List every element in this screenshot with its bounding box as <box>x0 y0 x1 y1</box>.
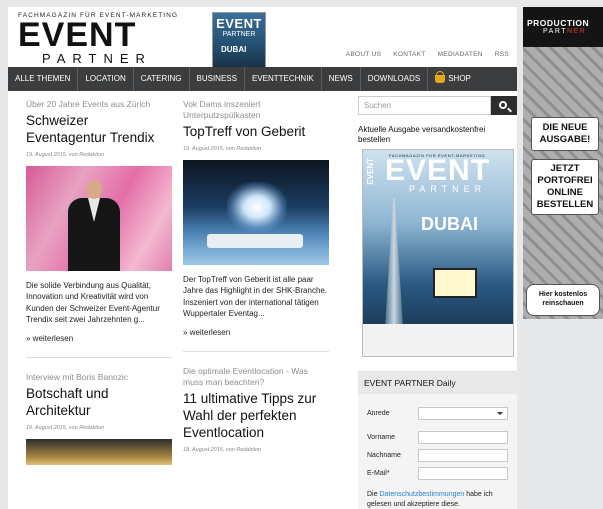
nav-catering[interactable]: CATERING <box>134 67 190 91</box>
tower-shape <box>385 198 403 328</box>
link-about-us[interactable]: ABOUT US <box>346 51 382 58</box>
site-logo[interactable]: FACHMAGAZIN FÜR EVENT-MARKETING EVENT PA… <box>18 12 198 70</box>
article-title[interactable]: 11 ultimative Tipps zur Wahl der perfekt… <box>183 390 329 441</box>
label-vorname: Vorname <box>367 434 396 441</box>
search-button[interactable] <box>491 96 517 115</box>
page: FACHMAGAZIN FÜR EVENT-MARKETING EVENT PA… <box>8 7 517 509</box>
newsletter-heading: EVENT PARTNER Daily <box>358 372 517 394</box>
article-meta: 18. August 2015, von Redaktion <box>183 447 262 454</box>
nav-location[interactable]: LOCATION <box>78 67 134 91</box>
article-kicker: Vok Dams inszeniert Unterputzspülkasten <box>183 99 261 120</box>
article-kicker: Interview mit Boris Banozic <box>26 372 129 383</box>
article-card: Über 20 Jahre Events aus Zürich Schweize… <box>26 99 172 359</box>
ad-new-issue-box: DIE NEUE AUSGABE! <box>531 117 599 151</box>
cover-footer-band <box>363 324 513 356</box>
email-field[interactable] <box>418 467 508 480</box>
cover-headline: DUBAI <box>421 214 478 234</box>
cover-spine: EVENT <box>366 158 375 185</box>
link-rss[interactable]: RSS <box>495 51 509 58</box>
header-cover-title: EVENT <box>216 16 262 31</box>
ad-order-box[interactable]: JETZT PORTOFREI ONLINE BESTELLEN <box>531 159 599 215</box>
ad-header: PRODUCTION PARTNER <box>523 7 603 47</box>
article-meta: 19. August 2015, von Redaktion <box>26 425 105 432</box>
nav-news[interactable]: NEWS <box>322 67 361 91</box>
search-icon <box>499 100 507 109</box>
article-column-left: Über 20 Jahre Events aus Zürich Schweize… <box>26 99 172 466</box>
ad-brand-line1: PRODUCTION <box>527 18 590 28</box>
article-title[interactable]: Schweizer Eventagentur Trendix <box>26 112 172 146</box>
label-anrede: Anrede <box>367 410 390 417</box>
article-meta: 19. August 2015, von Redaktion <box>183 146 262 152</box>
newsletter-box: EVENT PARTNER Daily Anrede Vorname Nachn… <box>358 371 517 509</box>
article-column-middle: Vok Dams inszeniert Unterputzspülkasten … <box>183 99 329 453</box>
main-nav: ALLE THEMEN LOCATION CATERING BUSINESS E… <box>8 67 517 91</box>
current-issue-cover[interactable]: FACHMAGAZIN FÜR EVENT-MARKETING EVENT PA… <box>362 149 514 357</box>
nav-downloads[interactable]: DOWNLOADS <box>361 67 429 91</box>
shopping-basket-icon <box>435 71 446 83</box>
read-more-link[interactable]: » weiterlesen <box>183 328 329 337</box>
search-input[interactable]: Suchen <box>358 96 491 115</box>
nachname-field[interactable] <box>418 449 508 462</box>
current-issue-caption: Aktuelle Ausgabe versandkostenfrei beste… <box>358 125 486 144</box>
cover-subtitle: PARTNER <box>409 184 487 194</box>
privacy-notice: Die Datenschutzbestimmungen habe ich gel… <box>367 491 493 508</box>
header-cover-headline: DUBAI <box>221 45 247 54</box>
screen-shape <box>433 268 477 298</box>
label-nachname: Nachname <box>367 452 401 459</box>
link-mediadaten[interactable]: MEDIADATEN <box>438 51 483 58</box>
header-cover-subtitle: PARTNER <box>222 31 256 38</box>
article-image[interactable] <box>26 439 172 466</box>
read-more-link[interactable]: » weiterlesen <box>26 334 172 343</box>
nav-eventtechnik[interactable]: EVENTTECHNIK <box>245 67 322 91</box>
privacy-link[interactable]: Datenschutzbestimmungen <box>379 491 464 498</box>
label-email: E-Mail* <box>367 470 390 477</box>
logo-partner-text: PARTNER <box>42 51 152 66</box>
article-title[interactable]: Botschaft und Architektur <box>26 385 172 419</box>
nav-shop[interactable]: SHOP <box>428 67 478 91</box>
article-image[interactable] <box>26 166 172 271</box>
vorname-field[interactable] <box>418 431 508 444</box>
article-title[interactable]: TopTreff von Geberit <box>183 123 329 140</box>
water-splash <box>227 182 287 232</box>
divider <box>26 357 172 359</box>
link-kontakt[interactable]: KONTAKT <box>393 51 425 58</box>
bathtub-shape <box>207 234 303 248</box>
content-area: Über 20 Jahre Events aus Zürich Schweize… <box>8 96 517 509</box>
nav-shop-label: SHOP <box>448 74 471 83</box>
nav-business[interactable]: BUSINESS <box>190 67 245 91</box>
cover-title: EVENT <box>385 154 491 187</box>
header-links: ABOUT US KONTAKT MEDIADATEN RSS <box>346 51 509 58</box>
ad-brand-line2: PARTNER <box>543 28 587 35</box>
article-card: Interview mit Boris Banozic Botschaft un… <box>26 372 172 466</box>
article-kicker: Die optimale Eventlocation - Was muss ma… <box>183 366 308 388</box>
article-kicker: Über 20 Jahre Events aus Zürich <box>26 99 151 109</box>
header-magazine-cover[interactable]: EVENT PARTNER DUBAI <box>212 12 266 68</box>
article-card: Vok Dams inszeniert Unterputzspülkasten … <box>183 99 329 353</box>
nav-alle-themen[interactable]: ALLE THEMEN <box>8 67 79 91</box>
logo-event-text: EVENT <box>18 16 137 54</box>
ad-banner[interactable]: PRODUCTION PARTNER DIE NEUE AUSGABE! JET… <box>523 7 603 319</box>
divider <box>183 351 329 353</box>
article-card: Die optimale Eventlocation - Was muss ma… <box>183 366 329 453</box>
portrait-figure <box>66 176 122 271</box>
article-excerpt: Der TopTreff von Geberit ist alle paar J… <box>183 275 328 318</box>
anrede-select[interactable] <box>418 407 508 420</box>
ad-preview-button[interactable]: Hier kostenlos reinschauen <box>526 284 600 316</box>
article-image[interactable] <box>183 160 329 265</box>
chevron-down-icon <box>497 412 503 415</box>
article-excerpt: Die solide Verbindung aus Qualität, Inno… <box>26 281 160 324</box>
article-meta: 19. August 2015, von Redaktion <box>26 152 105 158</box>
